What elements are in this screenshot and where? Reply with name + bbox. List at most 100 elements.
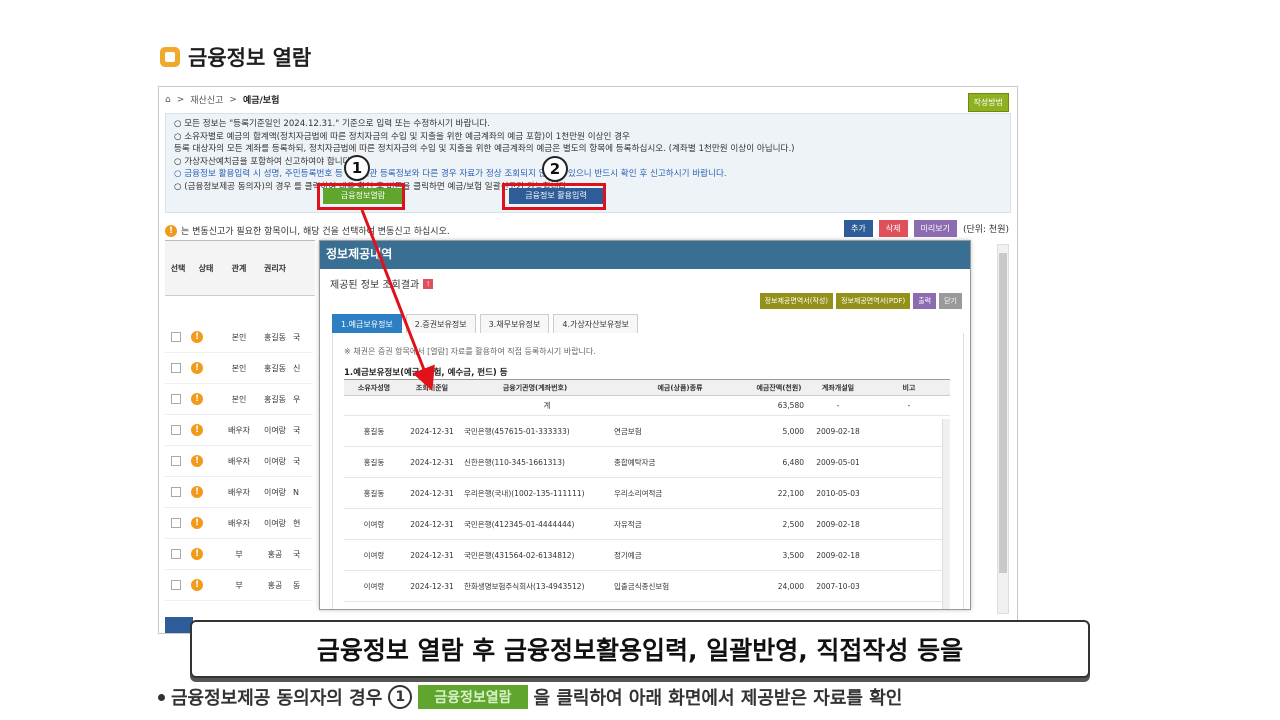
- warning-text: 는 변동신고가 필요한 항목이니, 해당 건을 선택하여 변동신고 하십시오.: [181, 227, 450, 237]
- warning-icon: !: [191, 424, 203, 436]
- bank-cell: 국민은행(412345-01-4444444): [460, 508, 610, 540]
- help-button[interactable]: 작성방법: [967, 93, 1009, 112]
- table-row[interactable]: 이여랑 2024-12-31 국민은행(412345-01-4444444) 자유적금…: [344, 508, 950, 540]
- amount-cell: 5,000: [750, 415, 808, 447]
- popup-subtitle-text: 제공된 정보 조회결과: [330, 280, 420, 291]
- bank-cell: 국민은행(431564-02-6134812): [460, 539, 610, 571]
- owner-name-cell: 이여랑: [344, 508, 404, 540]
- truncated-cell: 신: [293, 363, 301, 373]
- scrollbar-thumb[interactable]: [999, 253, 1007, 573]
- row-checkbox[interactable]: [171, 549, 181, 559]
- opened-cell: 2009-05-01: [808, 446, 868, 478]
- bottom-prefix: 금융정보제공 동의자의 경우: [171, 688, 383, 709]
- warning-icon: !: [191, 579, 203, 591]
- owner-name-cell: 홍길동: [344, 446, 404, 478]
- notice-line: ○ 소유자별로 예금의 합계액(정치자금법에 따른 정치자금의 수입 및 지출을…: [174, 131, 630, 142]
- sum-row: 계 63,580 - -: [344, 395, 950, 416]
- tab-crypto[interactable]: 4.가상자산보유정보: [553, 314, 638, 334]
- table-row[interactable]: ! 본인 홍길동 우: [165, 384, 313, 415]
- inner-scrollbar[interactable]: [942, 419, 950, 609]
- amount-cell: 6,480: [750, 446, 808, 478]
- table-row[interactable]: 홍길동 2024-12-31 신한은행(110-345-1661313) 종합예탁자금…: [344, 446, 950, 478]
- kind-cell: 종합예탁자금: [610, 446, 750, 478]
- tab-debt[interactable]: 3.채무보유정보: [479, 314, 550, 334]
- owner-cell: 홍길동: [263, 363, 287, 373]
- table-row[interactable]: 이여랑 2024-12-31 한화생명보험주식회사(13-4943512) 입출금식종…: [344, 570, 950, 602]
- delete-button[interactable]: 삭제: [878, 220, 908, 237]
- table-row[interactable]: 홍길동 2024-12-31 국민은행(457615-01-333333) 연금보험 5…: [344, 415, 950, 447]
- table-row[interactable]: ! 본인 홍길동 국: [165, 322, 313, 353]
- base-date-cell: 2024-12-31: [404, 446, 460, 478]
- row-checkbox[interactable]: [171, 363, 181, 373]
- bottom-button[interactable]: [165, 617, 193, 633]
- warning-icon: !: [191, 455, 203, 467]
- tab-deposit[interactable]: 1.예금보유정보: [332, 314, 402, 334]
- breadcrumb-parent[interactable]: 재산신고: [190, 93, 223, 106]
- row-checkbox[interactable]: [171, 332, 181, 342]
- bottom-suffix: 을 클릭하여 아래 화면에서 제공받은 자료를 확인: [533, 688, 903, 709]
- note-cell: [868, 570, 950, 602]
- base-date-cell: 2024-12-31: [404, 477, 460, 509]
- status-cell: !: [191, 548, 221, 560]
- base-date-cell: 2024-12-31: [404, 508, 460, 540]
- note-cell: [868, 539, 950, 571]
- row-checkbox[interactable]: [171, 456, 181, 466]
- row-checkbox[interactable]: [171, 394, 181, 404]
- truncated-cell: 국: [293, 456, 301, 466]
- sum-amount: 63,580: [750, 395, 808, 416]
- opened-cell: 2007-10-03: [808, 570, 868, 602]
- screenshot-frame: ⌂ > 재산신고 > 예금/보험 작성방법 ○ 모든 정보는 "등록기준일인 2…: [158, 86, 1018, 634]
- warning-icon: !: [191, 331, 203, 343]
- warning-icon: !: [191, 393, 203, 405]
- popup-buttons: 정보제공면역서(작성) 정보제공면역서(PDF) 출력 닫기: [759, 293, 962, 309]
- preview-button[interactable]: 미리보기: [913, 220, 957, 237]
- relation-cell: 본인: [231, 332, 247, 342]
- table-row[interactable]: ! 부 홍공 동: [165, 570, 313, 601]
- write-consent-button[interactable]: 정보제공면역서(작성): [759, 293, 834, 309]
- warning-icon: !: [165, 224, 177, 237]
- table-row[interactable]: ! 부 홍공 국: [165, 539, 313, 570]
- truncated-cell: 현: [293, 518, 301, 528]
- warning-line: ! 는 변동신고가 필요한 항목이니, 해당 건을 선택하여 변동신고 하십시오…: [165, 224, 450, 237]
- square-bullet-icon: [160, 47, 180, 67]
- info-popup: 정보제공내역 제공된 정보 조회결과 ! 정보제공면역서(작성) 정보제공면역서…: [319, 240, 971, 610]
- sum-label: 계: [344, 395, 750, 416]
- row-checkbox[interactable]: [171, 487, 181, 497]
- table-row[interactable]: ! 배우자 이여랑 N: [165, 477, 313, 508]
- table-row[interactable]: 이여랑 2024-12-31 국민은행(431564-02-6134812) 정기예금…: [344, 539, 950, 571]
- table-row[interactable]: ! 배우자 이여랑 국: [165, 415, 313, 446]
- kind-cell: 자유적금: [610, 508, 750, 540]
- print-button[interactable]: 출력: [913, 293, 937, 309]
- sum-note: -: [868, 395, 950, 416]
- breadcrumb-current: 예금/보험: [242, 96, 280, 106]
- deposit-detail-table: 소유자성명 조회기준일 금융기관명(계좌번호) 예금(상품)종류 예금잔액(천원…: [344, 379, 950, 602]
- section-title: 금융정보 열람: [188, 46, 312, 70]
- kind-cell: 연금보험: [610, 415, 750, 447]
- highlight-box-2: [502, 183, 606, 210]
- step-marker-1: 1: [344, 155, 370, 181]
- relation-cell: 배우자: [227, 425, 251, 435]
- row-checkbox[interactable]: [171, 580, 181, 590]
- table-body: 계 63,580 - - 홍길동 2024-12-31 국민은행(457615-01…: [344, 395, 950, 602]
- bottom-view-button: 금융정보열람: [418, 685, 528, 709]
- table-row[interactable]: ! 배우자 이여랑 현: [165, 508, 313, 539]
- note-cell: [868, 508, 950, 540]
- close-button[interactable]: 닫기: [939, 293, 962, 309]
- amount-cell: 22,100: [750, 477, 808, 509]
- home-icon[interactable]: ⌂: [165, 95, 171, 105]
- table-row[interactable]: 홍길동 2024-12-31 우리은행(국내)(1002-135-111111) 우리…: [344, 477, 950, 509]
- relation-cell: 부: [235, 580, 243, 590]
- owner-cell: 홍공: [267, 580, 283, 590]
- bottom-marker: 1: [388, 685, 413, 709]
- pdf-consent-button[interactable]: 정보제공면역서(PDF): [836, 293, 911, 309]
- add-button[interactable]: 추가: [844, 220, 873, 237]
- scrollbar[interactable]: [997, 244, 1009, 614]
- table-row[interactable]: ! 본인 홍길동 신: [165, 353, 313, 384]
- caption-text: 금융정보 열람 후 금융정보활용입력, 일괄반영, 직접작성 등을: [316, 636, 964, 665]
- row-checkbox[interactable]: [171, 425, 181, 435]
- row-checkbox[interactable]: [171, 518, 181, 528]
- table-row[interactable]: ! 배우자 이여랑 국: [165, 446, 313, 477]
- opened-cell: 2009-02-18: [808, 508, 868, 540]
- col-opened: 계좌개설일: [808, 379, 868, 396]
- tab-securities[interactable]: 2.증권보유정보: [405, 314, 476, 334]
